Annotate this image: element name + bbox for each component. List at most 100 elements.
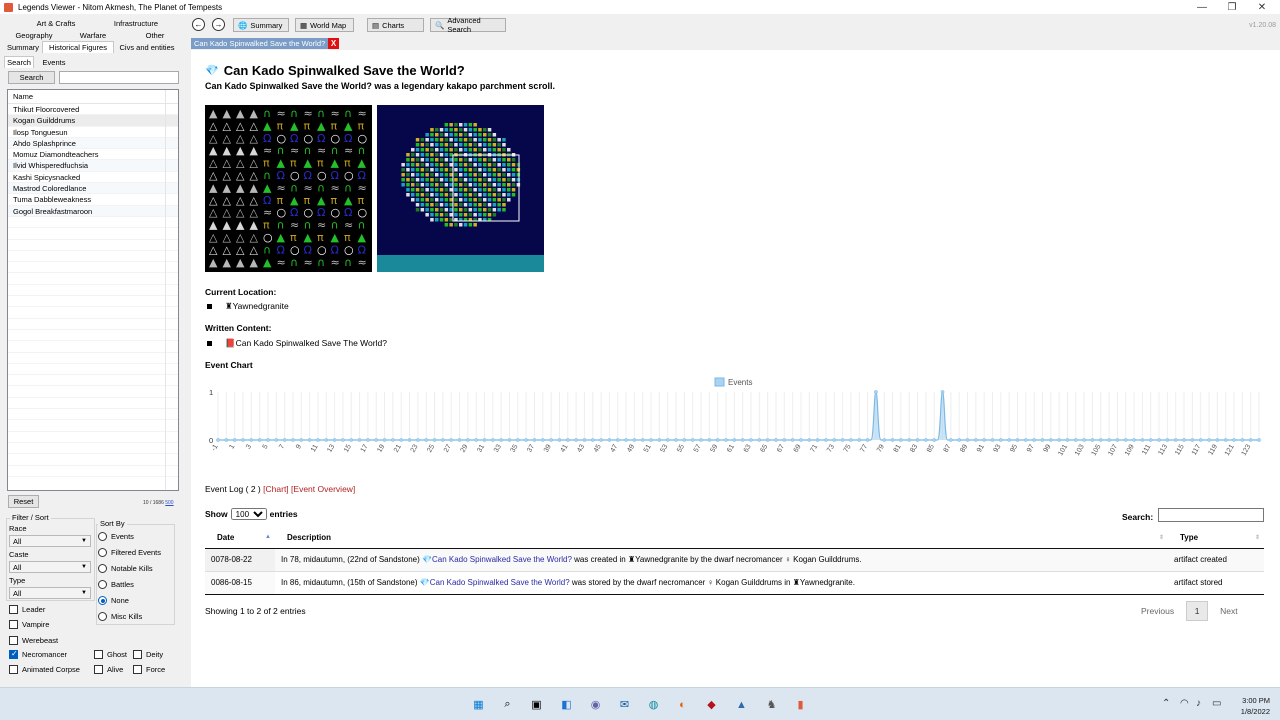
sort-option-none[interactable]: None — [98, 596, 129, 605]
next-button[interactable]: Next — [1220, 606, 1237, 616]
battery-icon[interactable]: ▭ — [1212, 698, 1221, 709]
list-item[interactable]: Ilvid Whisperedfuchsia — [8, 160, 178, 172]
list-item[interactable]: Momuz Diamondteachers — [8, 149, 178, 161]
written-content-link[interactable]: 📕Can Kado Spinwalked Save The World? — [225, 338, 387, 349]
location-link[interactable]: ♜Yawnedgranite — [225, 301, 289, 312]
tab-historical-figures[interactable]: Historical Figures — [42, 41, 114, 53]
site-link[interactable]: Yawnedgranite — [635, 555, 688, 564]
widgets-icon[interactable]: ◧ — [559, 697, 574, 712]
tab-art-crafts[interactable]: Art & Crafts — [25, 17, 87, 29]
prev-button[interactable]: Previous — [1141, 606, 1174, 616]
volume-icon[interactable]: ♪ — [1196, 698, 1201, 709]
charts-button[interactable]: ▤ Charts — [367, 18, 424, 32]
checkbox-leader[interactable]: Leader — [9, 605, 45, 614]
summary-button[interactable]: 🌐 Summary — [233, 18, 289, 32]
tab-other[interactable]: Other — [130, 29, 180, 41]
list-item[interactable]: Kogan Guilddrums — [8, 115, 178, 127]
search-icon[interactable]: ⌕ — [500, 697, 515, 712]
svg-text:π: π — [331, 194, 338, 207]
list-item[interactable]: Mastrod Coloredlance — [8, 183, 178, 195]
close-tab-icon[interactable]: X — [328, 38, 339, 49]
world-map-button[interactable]: ▦ World Map — [295, 18, 354, 32]
tab-geography[interactable]: Geography — [8, 29, 60, 41]
artifact-link[interactable]: Can Kado Spinwalked Save the World? — [430, 578, 570, 587]
app-red-icon[interactable]: ◆ — [704, 697, 719, 712]
list-item[interactable]: Gogol Breakfastmaroon — [8, 205, 178, 217]
subtab-events[interactable]: Events — [34, 56, 74, 68]
checkbox-force[interactable]: Force — [133, 665, 165, 674]
edge-icon[interactable]: ◍ — [646, 697, 661, 712]
tab-infrastructure[interactable]: Infrastructure — [97, 17, 175, 29]
search-button[interactable]: Search — [8, 71, 55, 84]
col-date[interactable]: Date ▲ — [205, 527, 275, 549]
checkbox-werebeast[interactable]: Werebeast — [9, 636, 58, 645]
left-panel: Art & Crafts Infrastructure Geography Wa… — [0, 14, 186, 687]
page-size-link[interactable]: 500 — [165, 500, 173, 506]
mail-icon[interactable]: ✉ — [617, 697, 632, 712]
sort-option-notable-kills[interactable]: Notable Kills — [98, 564, 153, 573]
type-select[interactable]: All ▼ — [9, 587, 91, 599]
list-item[interactable]: Ahdo Splashprince — [8, 137, 178, 150]
firefox-icon[interactable]: ◐ — [675, 697, 690, 712]
photos-icon[interactable]: ▲ — [734, 697, 749, 712]
site-link[interactable]: Yawnedgranite. — [800, 578, 855, 587]
list-item[interactable]: Thikut Floorcovered — [8, 104, 178, 116]
col-description[interactable]: Description ⇕ — [275, 527, 1168, 549]
table-search-input[interactable] — [1158, 508, 1264, 522]
chat-icon[interactable]: ◉ — [588, 697, 603, 712]
checkbox-alive[interactable]: Alive — [94, 665, 123, 674]
event-overview-link[interactable]: [Event Overview] — [291, 484, 355, 494]
close-window-icon[interactable]: ✕ — [1244, 0, 1280, 14]
figure-link[interactable]: Kogan Guilddrums. — [793, 555, 861, 564]
chart-link[interactable]: [Chart] — [263, 484, 289, 494]
list-item[interactable]: Ilosp Tonguesun — [8, 127, 178, 138]
tab-summary[interactable]: Summary — [4, 41, 42, 53]
tab-warfare[interactable]: Warfare — [68, 29, 118, 41]
search-input[interactable] — [59, 71, 179, 84]
world-map-image[interactable] — [377, 105, 544, 272]
tab-civs-entities[interactable]: Civs and entities — [114, 41, 180, 53]
system-clock[interactable]: 3:00 PM 1/8/2022 — [1241, 695, 1270, 717]
reset-button[interactable]: Reset — [8, 495, 39, 508]
col-type[interactable]: Type ⇕ — [1168, 527, 1264, 549]
figure-list[interactable]: Name Thikut Floorcovered Kogan Guilddrums… — [7, 89, 179, 491]
checkbox-necromancer[interactable]: Necromancer — [9, 649, 67, 659]
advanced-search-button[interactable]: 🔍 Advanced Search — [430, 16, 506, 34]
checkbox-vampire[interactable]: Vampire — [9, 620, 49, 629]
game-icon[interactable]: ♞ — [764, 697, 779, 712]
wifi-icon[interactable]: ◠ — [1180, 698, 1189, 709]
windows-start-icon[interactable]: ▦ — [471, 697, 486, 712]
site-map-image[interactable]: ▲ ▲ ▲ ▲ ∩ ≈ ∩ ≈ ∩ ≈ ∩ ≈ △ △ △ △ ▲ π ▲ π ▲ π ▲ π △ △ △ △ Ω ○ Ω ○ Ω ○ Ω ○ ▲ ▲ ▲ ▲… — [205, 105, 372, 272]
data-point — [715, 438, 720, 442]
x-tick-label: 57 — [693, 443, 703, 453]
data-point — [824, 438, 828, 442]
sort-title: Sort By — [98, 519, 127, 528]
page-1-button[interactable]: 1 — [1186, 601, 1209, 621]
checkbox-deity[interactable]: Deity — [133, 650, 163, 659]
svg-text:≈: ≈ — [317, 219, 326, 232]
list-item[interactable]: Kashi Spicysnacked — [8, 172, 178, 184]
svg-text:π: π — [277, 194, 284, 207]
back-arrow-icon[interactable]: ← — [192, 18, 205, 31]
sort-option-battles[interactable]: Battles — [98, 580, 134, 589]
sort-option-filtered-events[interactable]: Filtered Events — [98, 548, 161, 557]
tray-chevron-icon[interactable]: ⌃ — [1162, 698, 1170, 709]
forward-arrow-icon[interactable]: → — [212, 18, 225, 31]
sort-option-events[interactable]: Events — [98, 532, 134, 541]
subtab-search[interactable]: Search — [4, 56, 34, 68]
checkbox-animated-corpse[interactable]: Animated Corpse — [9, 665, 80, 674]
caste-select[interactable]: All ▼ — [9, 561, 91, 573]
x-tick-label: 93 — [993, 443, 1003, 453]
data-point — [1232, 438, 1236, 442]
list-item[interactable]: Tuma Dabbleweakness — [8, 194, 178, 206]
legends-viewer-icon[interactable]: ▮ — [793, 697, 808, 712]
sort-option-misc-kills[interactable]: Misc Kills — [98, 612, 142, 621]
task-view-icon[interactable]: ▣ — [529, 697, 544, 712]
checkbox-ghost[interactable]: Ghost — [94, 650, 127, 659]
figure-link[interactable]: Kogan Guilddrums — [716, 578, 782, 587]
entries-select[interactable]: 100 — [230, 508, 267, 520]
race-select[interactable]: All ▼ — [9, 535, 91, 547]
list-header-name[interactable]: Name — [8, 90, 178, 104]
artifact-link[interactable]: Can Kado Spinwalked Save the World? — [432, 555, 572, 564]
doc-tab-artifact[interactable]: Can Kado Spinwalked Save the World? — [191, 38, 329, 49]
